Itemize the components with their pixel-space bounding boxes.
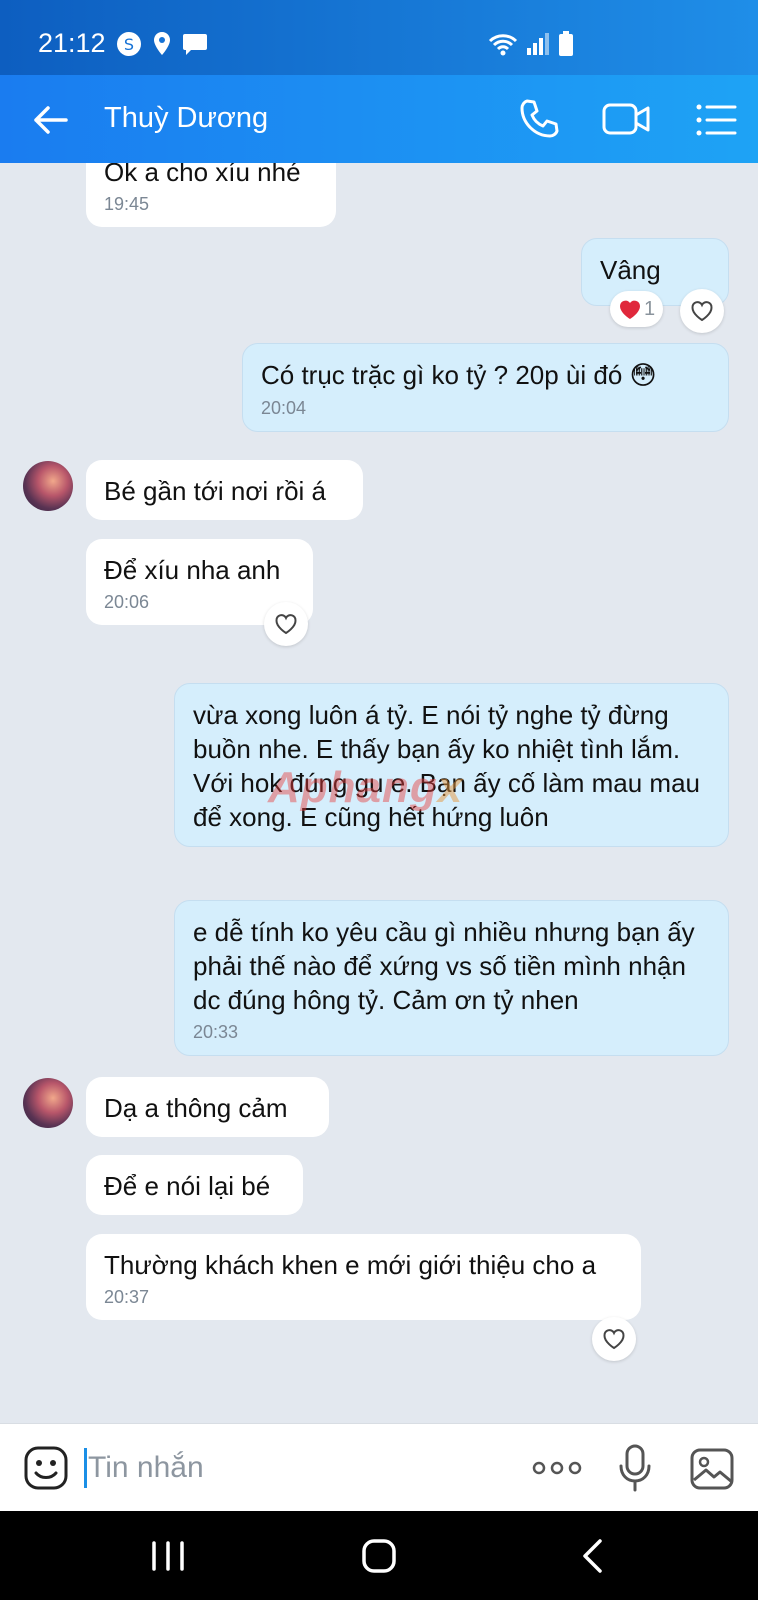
message-text: Bé gần tới nơi rồi á [104, 476, 326, 506]
status-time: 21:12 [38, 28, 106, 58]
message-text: Thường khách khen e mới giới thiệu cho a [104, 1250, 597, 1280]
reaction-count: 1 [644, 297, 656, 320]
message-time: 20:04 [261, 398, 307, 418]
heart-outline-icon [275, 614, 297, 635]
chat-notification-icon [183, 34, 207, 55]
contact-avatar[interactable] [23, 1078, 73, 1128]
flushed-emoji: 😳 [629, 361, 657, 391]
message-text: Ok a cho xíu nhé [104, 163, 301, 187]
chat-header: Thuỳ Dương [0, 75, 758, 163]
battery-icon [559, 31, 573, 56]
message-incoming[interactable]: Bé gần tới nơi rồi á [86, 460, 363, 520]
message-list[interactable]: Ok a cho xíu nhé 19:45 Vâng 1 Có trục tr… [0, 163, 758, 1423]
contact-name[interactable]: Thuỳ Dương [104, 102, 268, 135]
nav-back-icon[interactable] [580, 1538, 604, 1574]
recent-apps-icon[interactable] [150, 1541, 186, 1571]
system-navigation-bar [0, 1511, 758, 1600]
message-input[interactable] [88, 1444, 488, 1492]
home-icon[interactable] [361, 1538, 397, 1574]
wifi-icon [488, 34, 518, 56]
message-composer [0, 1423, 758, 1511]
more-options-icon[interactable] [532, 1458, 582, 1478]
message-incoming[interactable]: Để e nói lại bé [86, 1155, 303, 1215]
react-heart-button[interactable] [264, 602, 308, 646]
microphone-icon[interactable] [618, 1444, 652, 1492]
message-incoming[interactable]: Thường khách khen e mới giới thiệu cho a… [86, 1234, 641, 1320]
menu-list-icon[interactable] [695, 100, 737, 140]
watermark-logo: Aphangx [268, 763, 464, 812]
svg-text:S: S [124, 35, 134, 54]
message-text: Có trục trặc gì ko tỷ ? 20p ùi đó [261, 360, 623, 390]
message-time: 19:45 [104, 194, 150, 214]
heart-outline-icon [603, 1329, 625, 1350]
message-outgoing[interactable]: e dễ tính ko yêu cầu gì nhiều nhưng bạn … [174, 900, 729, 1056]
phone-call-icon[interactable] [517, 97, 561, 141]
message-text: Dạ a thông cảm [104, 1093, 288, 1123]
contact-avatar[interactable] [23, 461, 73, 511]
heart-outline-icon [691, 301, 713, 322]
video-call-icon[interactable] [602, 99, 650, 139]
message-time: 20:06 [104, 592, 150, 612]
emoji-sticker-icon[interactable] [24, 1446, 68, 1490]
message-time: 20:37 [104, 1287, 150, 1307]
signal-icon [527, 33, 549, 55]
status-bar: 21:12 S [0, 0, 758, 75]
message-time: 20:33 [193, 1022, 239, 1042]
text-caret [84, 1448, 87, 1488]
back-arrow-icon[interactable] [30, 100, 70, 140]
reaction-badge[interactable]: 1 [610, 291, 664, 327]
message-incoming[interactable]: Dạ a thông cảm [86, 1077, 329, 1137]
sync-icon: S [117, 32, 141, 56]
location-icon [154, 32, 170, 55]
message-text: Để e nói lại bé [104, 1171, 271, 1201]
message-text: Vâng [600, 255, 661, 285]
react-heart-button[interactable] [680, 289, 724, 333]
react-heart-button[interactable] [592, 1317, 636, 1361]
message-incoming[interactable]: Ok a cho xíu nhé 19:45 [86, 163, 336, 227]
image-gallery-icon[interactable] [690, 1448, 734, 1490]
red-heart-icon [620, 300, 640, 319]
message-outgoing[interactable]: Có trục trặc gì ko tỷ ? 20p ùi đó 😳 20:0… [242, 343, 729, 432]
message-text: Để xíu nha anh [104, 555, 281, 585]
message-text: e dễ tính ko yêu cầu gì nhiều nhưng bạn … [193, 917, 695, 1015]
